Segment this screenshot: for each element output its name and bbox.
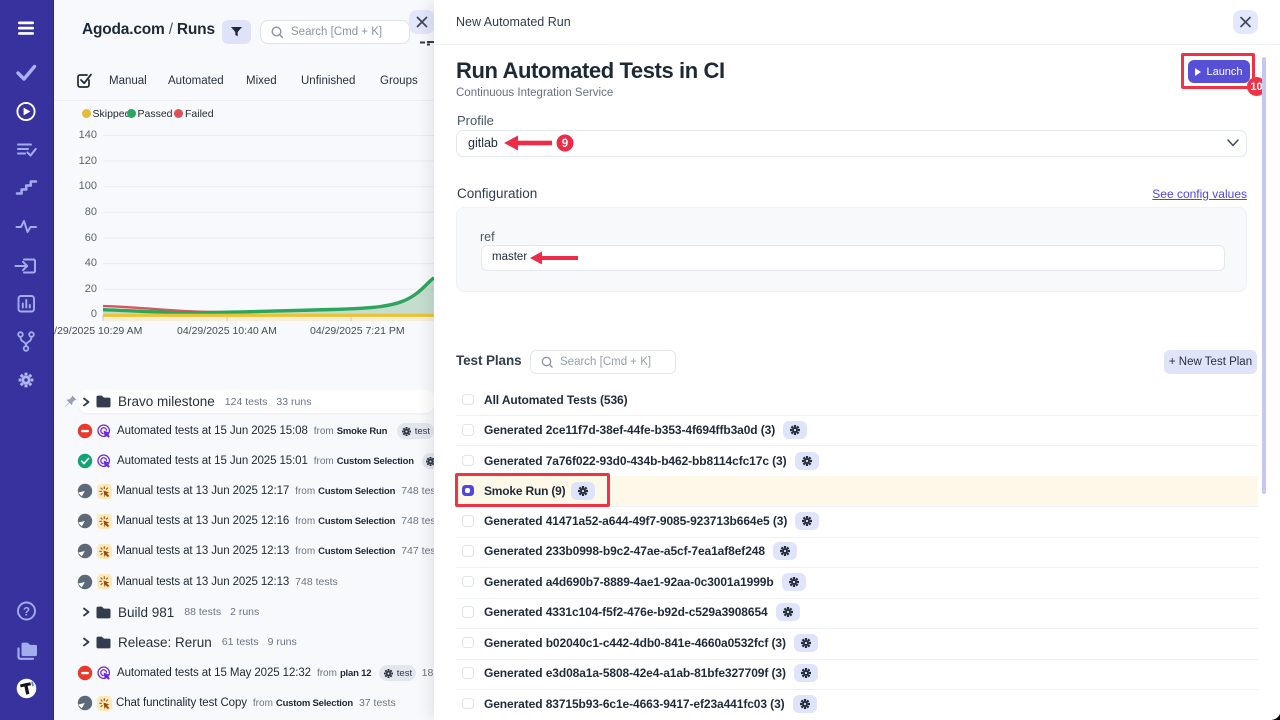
svg-text:9: 9 (562, 138, 568, 150)
svg-text:?: ? (23, 607, 30, 619)
